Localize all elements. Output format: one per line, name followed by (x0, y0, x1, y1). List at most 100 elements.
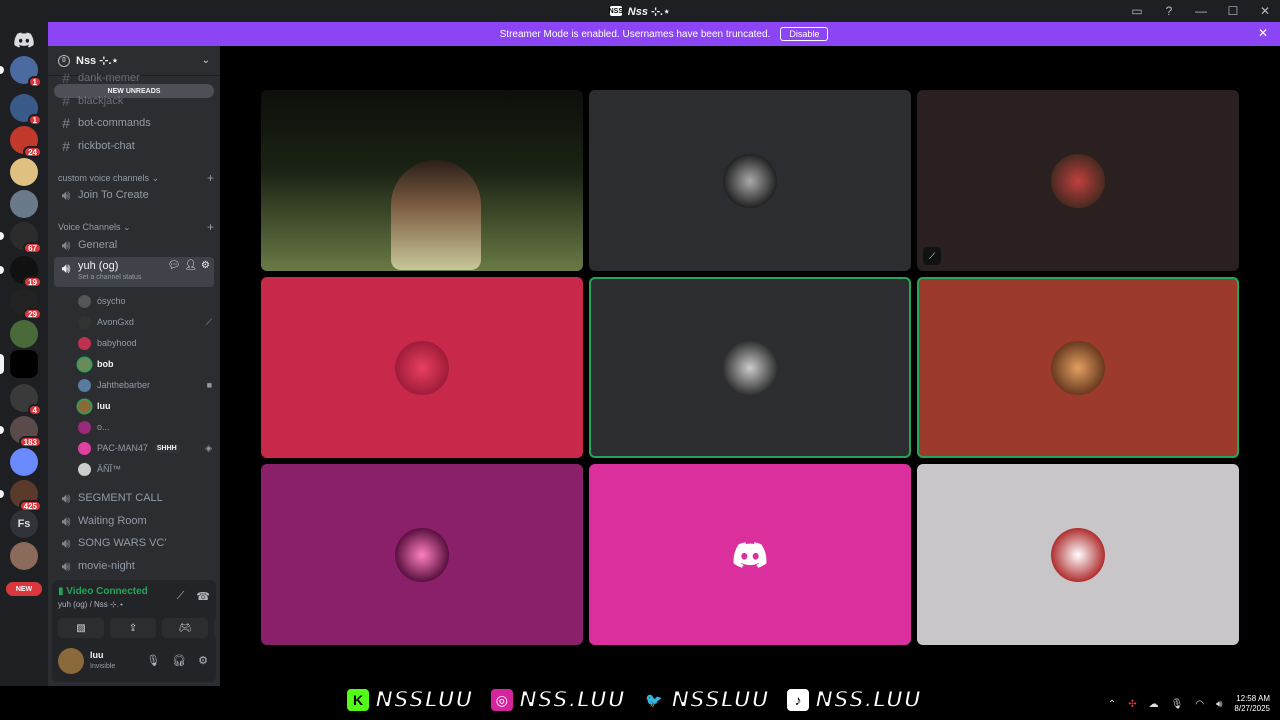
video-tile-speaking[interactable] (589, 277, 911, 458)
video-tile-webcam[interactable] (261, 90, 583, 271)
category-custom-voice[interactable]: custom voice channels ⌄ + (58, 171, 214, 185)
chat-icon[interactable]: 💬︎ (168, 260, 181, 271)
video-tile-default-avatar[interactable] (589, 464, 911, 645)
avatar[interactable] (58, 648, 84, 674)
server-icon[interactable] (10, 320, 38, 348)
unread-badge: 1 (27, 76, 42, 88)
maximize-button[interactable]: ☐ (1226, 4, 1240, 18)
video-tile[interactable] (261, 277, 583, 458)
channel-blackjack[interactable]: # blackjack (54, 90, 214, 112)
channel-rickbot-chat[interactable]: # rickbot-chat (54, 135, 214, 157)
wifi-icon[interactable]: ◠ (1195, 699, 1204, 710)
video-tile[interactable] (589, 90, 911, 271)
voice-user[interactable]: ósycho (78, 291, 212, 311)
channel-waiting-room[interactable]: 🔊︎ Waiting Room (54, 510, 214, 532)
avatar (1051, 153, 1105, 208)
activities-button[interactable]: 🎮︎ (162, 618, 208, 638)
clock[interactable]: 12:58 AM 8/27/2025 (1234, 694, 1270, 714)
voice-user[interactable]: AvonGxd ⟋ (78, 312, 212, 332)
server-icon[interactable]: 4 (10, 384, 42, 416)
invite-icon[interactable]: 👤︎ (184, 260, 197, 271)
microphone-icon[interactable]: 🎙︎ (1171, 699, 1184, 710)
channel-segment-call[interactable]: 🔊︎ SEGMENT CALL (54, 487, 214, 509)
camera-off-button[interactable]: ▧ (58, 618, 104, 638)
instagram-icon: ◎ (488, 687, 515, 713)
voice-user[interactable]: Jahthebarber ■ (78, 375, 212, 395)
channel-yuh-og-active[interactable]: 🔊︎ yuh (og) Set a channel status 💬︎ 👤︎ ⚙ (54, 257, 214, 287)
username: ósycho (97, 296, 126, 306)
voice-user[interactable]: luu (78, 396, 212, 416)
gear-icon[interactable]: ⚙ (201, 260, 210, 271)
username: AvonGxd (97, 317, 134, 327)
username: babyhood (97, 338, 137, 348)
server-icon[interactable]: 67 (0, 222, 42, 254)
server-icon[interactable] (10, 158, 38, 186)
voice-location[interactable]: yuh (og) / Nss ⊹.⋆ (58, 600, 124, 609)
help-icon[interactable]: ? (1162, 4, 1176, 18)
boost-count: 0 (58, 54, 70, 67)
voice-status[interactable]: ▮ Video Connected (58, 586, 148, 597)
add-channel-icon[interactable]: + (207, 220, 214, 234)
close-window-button[interactable]: ✕ (1258, 4, 1272, 18)
server-icon[interactable]: 29 (10, 288, 42, 320)
channel-movie-night[interactable]: 🔊︎ movie-night (54, 555, 214, 577)
server-icon[interactable]: 425 (0, 480, 42, 512)
cloud-icon[interactable]: ☁ (1149, 699, 1159, 710)
server-icon[interactable] (10, 542, 38, 570)
new-servers-badge[interactable]: NEW (6, 582, 42, 596)
avatar (395, 527, 449, 582)
channel-song-wars[interactable]: 🔊︎ SONG WARS VC' (54, 532, 214, 554)
noise-suppression-icon[interactable]: ⟋ (177, 590, 185, 603)
unread-badge: 67 (23, 242, 42, 254)
video-tile[interactable]: ⟋ (917, 90, 1239, 271)
avatar (1051, 527, 1105, 582)
channel-status[interactable]: Set a channel status (78, 274, 141, 281)
channel-label: movie-night (78, 560, 135, 572)
channel-bot-commands[interactable]: # bot-commands (54, 112, 214, 134)
server-icon[interactable]: 183 (0, 416, 42, 448)
server-icon[interactable] (10, 448, 38, 476)
server-icon[interactable]: 19 (0, 256, 42, 288)
gear-icon[interactable]: ⚙ (198, 654, 208, 667)
speaker-icon: 🔊︎ (61, 534, 71, 551)
category-voice-channels[interactable]: Voice Channels ⌄ + (58, 220, 214, 234)
discord-home-icon[interactable] (10, 26, 38, 54)
minimize-button[interactable]: — (1194, 4, 1208, 18)
category-label: Voice Channels (58, 222, 121, 232)
voice-user[interactable]: bob (78, 354, 212, 374)
add-channel-icon[interactable]: + (207, 171, 214, 185)
channel-join-to-create[interactable]: 🔊︎ Join To Create (54, 184, 214, 206)
video-tile[interactable] (917, 464, 1239, 645)
muted-icon: ⟋ (205, 316, 212, 327)
server-icon[interactable]: 1 (0, 56, 42, 88)
server-icon[interactable]: 24 (10, 126, 42, 158)
video-tile[interactable] (261, 464, 583, 645)
video-tile-speaking[interactable] (917, 277, 1239, 458)
disconnect-icon[interactable]: ☎ (196, 590, 210, 603)
server-icon-fs[interactable]: Fs (10, 510, 38, 538)
clock-date: 8/27/2025 (1234, 704, 1270, 713)
server-icon[interactable]: 1 (10, 94, 42, 126)
inbox-icon[interactable]: ▭ (1130, 4, 1144, 18)
close-banner-icon[interactable]: ✕ (1258, 26, 1268, 40)
microphone-icon[interactable]: 🎙︎ (146, 654, 160, 667)
voice-user[interactable]: PAC-MAN47 SHHH ◈ (78, 438, 212, 458)
username: Jahthebarber (97, 380, 151, 390)
headphones-icon[interactable]: 🎧︎ (172, 654, 186, 667)
voice-user[interactable]: babyhood (78, 333, 212, 353)
chevron-up-icon[interactable]: ⌃ (1108, 699, 1116, 710)
screen-share-button[interactable]: ⇪ (110, 618, 156, 638)
voice-user[interactable]: o... (78, 417, 212, 437)
voice-user[interactable]: ÄÑĨ™ (78, 459, 212, 479)
channel-label: dank-memer (78, 72, 140, 84)
hash-icon: # (62, 93, 70, 109)
tray-app-icon[interactable]: ✣ (1128, 699, 1136, 710)
channel-general[interactable]: 🔊︎ General (54, 234, 214, 256)
username[interactable]: luu (90, 650, 104, 660)
unread-badge: 24 (23, 146, 42, 158)
avatar (78, 378, 91, 392)
server-icon[interactable] (10, 190, 38, 218)
disable-streamer-mode-button[interactable]: Disable (780, 27, 829, 41)
server-icon-current[interactable] (0, 350, 38, 378)
volume-icon[interactable]: 🔊︎ (1216, 699, 1222, 710)
